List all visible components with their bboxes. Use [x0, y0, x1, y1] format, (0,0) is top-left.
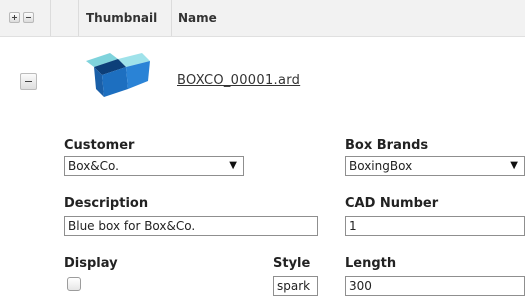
display-label: Display: [64, 256, 118, 271]
length-field[interactable]: 300: [345, 276, 525, 296]
customer-select[interactable]: Box&Co. ▼: [64, 156, 244, 176]
style-label: Style: [273, 256, 311, 271]
customer-select-value: Box&Co.: [68, 159, 119, 173]
column-header-thumbnail[interactable]: Thumbnail: [86, 0, 157, 36]
row-collapse-button[interactable]: [20, 73, 37, 90]
box-brands-label: Box Brands: [345, 138, 429, 153]
cad-number-label: CAD Number: [345, 196, 439, 211]
expand-all-button[interactable]: [9, 12, 20, 23]
style-value: spark: [277, 279, 311, 293]
header-spacer: [51, 0, 79, 36]
description-field[interactable]: Blue box for Box&Co.: [64, 216, 318, 236]
box-thumbnail-icon[interactable]: [80, 47, 155, 105]
style-field[interactable]: spark: [273, 276, 318, 296]
column-header-name[interactable]: Name: [178, 0, 217, 36]
table-header: Thumbnail Name: [0, 0, 525, 37]
box-brands-select[interactable]: BoxingBox ▼: [345, 156, 525, 176]
collapse-all-button[interactable]: [23, 12, 34, 23]
box-brands-dropdown-arrow-icon: ▼: [510, 160, 518, 171]
box-brands-select-value: BoxingBox: [349, 159, 413, 173]
file-name-link[interactable]: BOXCO_00001.ard: [177, 73, 300, 88]
header-controls: [0, 0, 51, 36]
customer-dropdown-arrow-icon: ▼: [229, 160, 237, 171]
customer-label: Customer: [64, 138, 135, 153]
length-label: Length: [345, 256, 397, 271]
length-value: 300: [349, 279, 372, 293]
description-value: Blue box for Box&Co.: [68, 219, 196, 233]
display-checkbox[interactable]: [67, 277, 81, 291]
description-label: Description: [64, 196, 149, 211]
cad-number-field[interactable]: 1: [345, 216, 525, 236]
cad-number-value: 1: [349, 219, 357, 233]
